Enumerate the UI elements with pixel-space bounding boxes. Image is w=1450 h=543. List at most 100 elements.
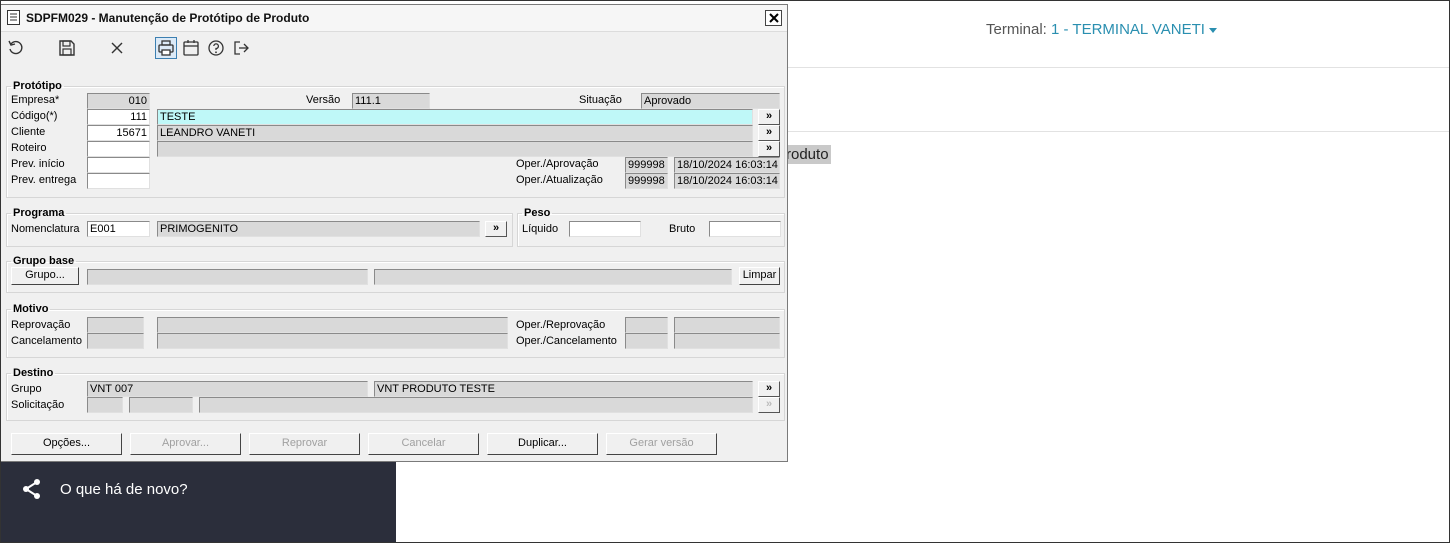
codigo-lookup-button[interactable]: »: [758, 109, 780, 125]
prev-entrega-label: Prev. entrega: [11, 174, 77, 186]
close-button[interactable]: [765, 10, 782, 26]
solicitacao-field-2: [129, 397, 193, 413]
exit-icon: [234, 41, 249, 55]
prev-entrega-input[interactable]: [87, 173, 150, 189]
cancelar-button[interactable]: Cancelar: [368, 433, 479, 455]
liquido-label: Líquido: [522, 223, 559, 235]
codigo-label: Código(*): [11, 110, 58, 122]
document-icon: [7, 10, 20, 25]
aprovar-button[interactable]: Aprovar...: [130, 433, 241, 455]
codigo-input[interactable]: 111: [87, 109, 150, 125]
cancelamento-code: [87, 333, 144, 349]
situacao-field: Aprovado: [641, 93, 780, 109]
roteiro-label: Roteiro: [11, 142, 47, 154]
nomenclatura-lookup-button[interactable]: »: [485, 221, 507, 237]
oper-reprovacao-user: [625, 317, 668, 333]
save-icon: [59, 40, 75, 56]
versao-label: Versão: [306, 94, 341, 106]
cliente-input[interactable]: 15671: [87, 125, 150, 141]
exit-button[interactable]: [230, 37, 252, 59]
oper-cancelamento-user: [625, 333, 668, 349]
grupo-button[interactable]: Grupo...: [11, 267, 79, 285]
reprovacao-label: Reprovação: [11, 319, 71, 331]
cancel-icon: [111, 42, 123, 54]
solicitacao-field-1: [87, 397, 123, 413]
reprovacao-code: [87, 317, 144, 333]
toolbar: [1, 32, 787, 62]
destino-grupo-code: VNT 007: [87, 381, 368, 397]
cancelamento-description: [157, 333, 508, 349]
save-button[interactable]: [56, 37, 78, 59]
whats-new-label: O que há de novo?: [60, 480, 188, 498]
prototipo-legend: Protótipo: [13, 80, 62, 92]
undo-icon: [8, 40, 23, 55]
nomenclatura-description: PRIMOGENITO: [157, 221, 480, 237]
oper-cancelamento-label: Oper./Cancelamento: [516, 335, 617, 347]
cancel-edit-button[interactable]: [106, 37, 128, 59]
bruto-input[interactable]: [709, 221, 781, 237]
oper-cancelamento-date: [674, 333, 780, 349]
grupo-base-field-1: [87, 269, 368, 285]
oper-reprovacao-label: Oper./Reprovação: [516, 319, 606, 331]
liquido-input[interactable]: [569, 221, 641, 237]
codigo-description-input[interactable]: TESTE: [157, 109, 753, 125]
calendar-icon: [183, 40, 199, 56]
print-icon: [158, 40, 174, 56]
empresa-field: 010: [87, 93, 150, 109]
oper-aprovacao-label: Oper./Aprovação: [516, 158, 599, 170]
help-button[interactable]: [205, 37, 227, 59]
peso-legend: Peso: [524, 207, 551, 219]
grupo-base-legend: Grupo base: [13, 255, 75, 267]
oper-reprovacao-date: [674, 317, 780, 333]
window-title: SDPFM029 - Manutenção de Protótipo de Pr…: [26, 11, 310, 25]
terminal-value[interactable]: 1 - TERMINAL VANETI: [1051, 21, 1205, 38]
terminal-selector[interactable]: Terminal: 1 - TERMINAL VANETI: [986, 21, 1217, 38]
oper-atualizacao-user: 999998: [625, 173, 668, 189]
background-text: roduto: [786, 145, 831, 164]
cliente-lookup-button[interactable]: »: [758, 125, 780, 141]
whats-new-link[interactable]: O que há de novo?: [20, 477, 188, 501]
calendar-button[interactable]: [180, 37, 202, 59]
situacao-label: Situação: [579, 94, 622, 106]
limpar-button[interactable]: Limpar: [739, 267, 780, 285]
dialog-window: SDPFM029 - Manutenção de Protótipo de Pr…: [0, 4, 788, 462]
motivo-legend: Motivo: [13, 303, 49, 315]
nomenclatura-input[interactable]: E001: [87, 221, 150, 237]
oper-aprovacao-date: 18/10/2024 16:03:14: [674, 157, 780, 173]
prev-inicio-input[interactable]: [87, 157, 150, 173]
cliente-description: LEANDRO VANETI: [157, 125, 753, 141]
programa-legend: Programa: [13, 207, 65, 219]
solicitacao-label: Solicitação: [11, 399, 65, 411]
reprovar-button[interactable]: Reprovar: [249, 433, 360, 455]
cancelamento-label: Cancelamento: [11, 335, 82, 347]
destino-grupo-lookup-button[interactable]: »: [758, 381, 780, 397]
solicitacao-description: [199, 397, 753, 413]
cliente-label: Cliente: [11, 126, 46, 138]
roteiro-description: [157, 141, 753, 157]
reprovacao-description: [157, 317, 508, 333]
help-icon: [208, 40, 224, 56]
print-button[interactable]: [155, 37, 177, 59]
bruto-label: Bruto: [669, 223, 696, 235]
undo-button[interactable]: [5, 37, 27, 59]
terminal-label: Terminal:: [986, 21, 1047, 38]
destino-grupo-label: Grupo: [11, 383, 42, 395]
duplicar-button[interactable]: Duplicar...: [487, 433, 598, 455]
oper-atualizacao-label: Oper./Atualização: [516, 174, 603, 186]
oper-atualizacao-date: 18/10/2024 16:03:14: [674, 173, 780, 189]
opcoes-button[interactable]: Opções...: [11, 433, 122, 455]
title-bar: SDPFM029 - Manutenção de Protótipo de Pr…: [1, 5, 787, 32]
gerar-versao-button[interactable]: Gerar versão: [606, 433, 717, 455]
close-icon: [768, 13, 779, 23]
roteiro-input[interactable]: [87, 141, 150, 157]
versao-field: 111.1: [352, 93, 430, 109]
roteiro-lookup-button[interactable]: »: [758, 141, 780, 157]
grupo-base-field-2: [374, 269, 732, 285]
prev-inicio-label: Prev. início: [11, 158, 65, 170]
solicitacao-lookup-button[interactable]: »: [758, 397, 780, 413]
destino-grupo-description: VNT PRODUTO TESTE: [374, 381, 753, 397]
empresa-label: Empresa*: [11, 94, 60, 106]
oper-aprovacao-user: 999998: [625, 157, 668, 173]
chevron-down-icon[interactable]: [1208, 27, 1217, 33]
destino-legend: Destino: [13, 367, 54, 379]
